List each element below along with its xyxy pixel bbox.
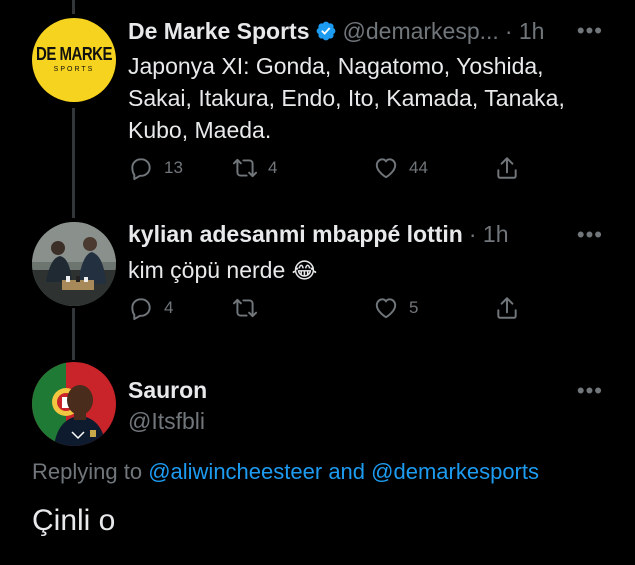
like-count: 5 <box>409 298 419 317</box>
more-icon[interactable]: ••• <box>577 18 603 44</box>
laughing-emoji-icon: 😂 <box>291 258 318 283</box>
main-tweet-header: Sauron <box>128 376 207 404</box>
share-button[interactable] <box>494 295 530 321</box>
avatar-logo-subtext: SPORTS <box>53 66 95 73</box>
verified-badge-icon <box>316 21 335 41</box>
mention-link[interactable]: @aliwincheesteer <box>148 459 322 484</box>
retweet-icon <box>232 298 258 318</box>
tweet-1-time[interactable]: · 1h <box>505 17 545 45</box>
replying-to: Replying to @aliwincheesteer and @demark… <box>32 459 539 485</box>
like-icon <box>375 158 397 179</box>
replying-to-and: and <box>328 459 366 484</box>
reply-icon <box>131 158 151 181</box>
more-icon[interactable]: ••• <box>577 222 603 248</box>
thread-line-2 <box>72 308 75 360</box>
tweet-1-text-line: Japonya XI: Gonda, Nagatomo, Yoshida, <box>128 53 544 79</box>
replying-to-prefix: Replying to <box>32 459 143 484</box>
tweet-2-header: kylian adesanmi mbappé lottin · 1h <box>128 220 509 248</box>
avatar-mbappe[interactable] <box>32 222 116 306</box>
like-button[interactable]: 44 <box>373 155 428 181</box>
reply-icon <box>131 298 151 321</box>
more-icon[interactable]: ••• <box>577 378 603 404</box>
retweet-icon <box>232 158 258 178</box>
avatar-demarke[interactable]: DE MARKE SPORTS <box>32 18 116 102</box>
tweet-1-text: Japonya XI: Gonda, Nagatomo, Yoshida, Sa… <box>128 50 565 146</box>
tweet-2-text: kim çöpü nerde 😂 <box>128 254 317 287</box>
retweet-button[interactable] <box>232 295 268 321</box>
retweet-button[interactable]: 4 <box>232 155 277 181</box>
main-tweet-handle[interactable]: @Itsfbli <box>128 407 205 435</box>
tweet-1-header: De Marke Sports @demarkesp... · 1h <box>128 17 544 45</box>
thread-line-top <box>72 0 75 14</box>
tweet-1-handle[interactable]: @demarkesp... <box>343 17 499 45</box>
like-button[interactable]: 5 <box>373 295 418 321</box>
retweet-count: 4 <box>268 158 278 177</box>
tweet-1-actions: 13 4 44 <box>128 155 528 185</box>
tweet-1-text-line: Kubo, Maeda. <box>128 117 272 143</box>
main-tweet-text: Çinli o <box>32 504 116 537</box>
avatar-photo <box>32 362 116 446</box>
tweet-1-author-name[interactable]: De Marke Sports <box>128 17 310 45</box>
reply-count: 13 <box>164 158 183 177</box>
reply-button[interactable]: 4 <box>128 295 173 321</box>
like-icon <box>375 298 397 319</box>
main-tweet-handle-row: @Itsfbli <box>128 407 205 435</box>
thread-line-1 <box>72 108 75 218</box>
share-icon <box>497 157 517 179</box>
tweet-2-time[interactable]: · 1h <box>469 220 509 248</box>
reply-count: 4 <box>164 298 174 317</box>
tweet-2-author-name[interactable]: kylian adesanmi mbappé lottin <box>128 220 463 248</box>
avatar-photo <box>32 222 116 306</box>
avatar-sauron[interactable] <box>32 362 116 446</box>
main-tweet-author-name[interactable]: Sauron <box>128 376 207 404</box>
share-button[interactable] <box>494 155 530 181</box>
reply-button[interactable]: 13 <box>128 155 183 181</box>
mention-link[interactable]: @demarkesports <box>371 459 539 484</box>
tweet-2-actions: 4 5 <box>128 295 528 325</box>
tweet-1-text-line: Sakai, Itakura, Endo, Ito, Kamada, Tanak… <box>128 85 565 111</box>
tweet-2-text-body: kim çöpü nerde <box>128 257 286 283</box>
like-count: 44 <box>409 158 428 177</box>
share-icon <box>497 297 517 319</box>
avatar-logo-text: DE MARKE <box>35 43 113 65</box>
